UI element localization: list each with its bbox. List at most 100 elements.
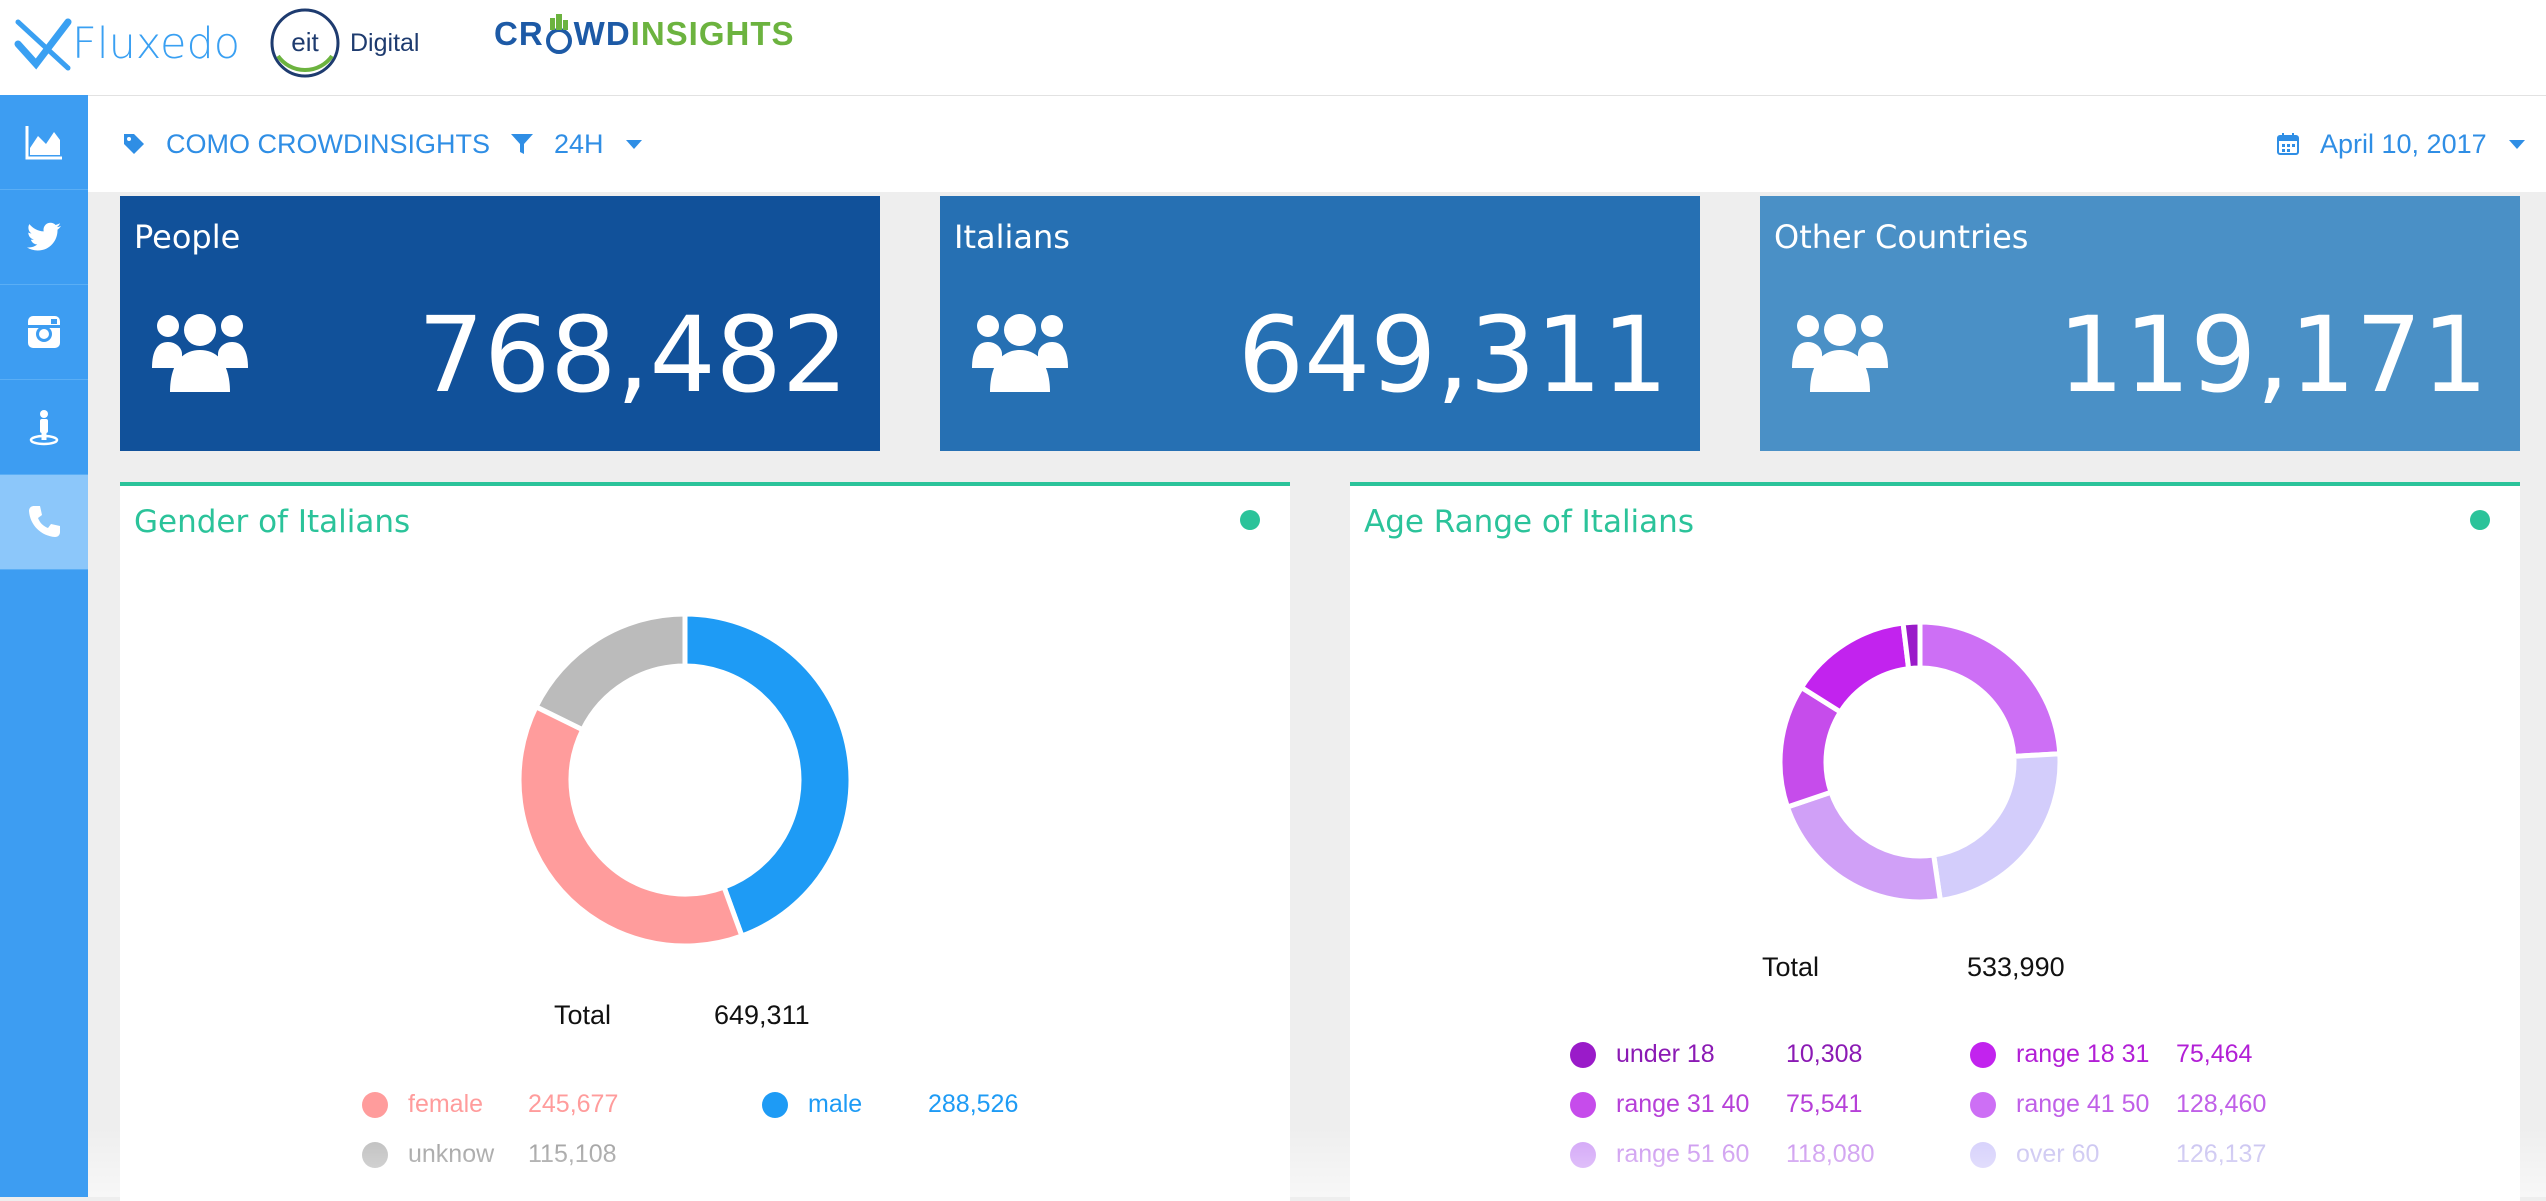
other-countries-card: Other Countries 119,171 [1760,196,2520,451]
eit-wordmark: Digital [350,28,420,57]
city-o-icon [545,14,572,54]
legend-value: 118,080 [1786,1140,1875,1168]
dataset-tag[interactable]: COMO CROWDINSIGHTS [122,96,490,192]
donut-slice-unknow[interactable] [532,611,688,734]
phone-icon [29,506,60,537]
eit-circle-icon: eit [270,8,340,78]
age-panel: Age Range of Italians Total 533,990 unde… [1350,482,2520,1201]
legend-label: range 51 60 [1616,1140,1750,1168]
sidebar [0,95,88,1197]
twitter-icon [26,222,61,251]
card-value: 649,311 [1237,294,1668,416]
legend-swatch [1970,1141,1996,1168]
users-icon [1792,314,1888,392]
date-picker[interactable]: April 10, 2017 [2276,96,2525,192]
person-pin-icon [29,410,59,446]
italians-card: Italians 649,311 [940,196,1700,451]
donut-slice-over-60[interactable] [1930,751,2063,904]
legend-value: 75,541 [1786,1090,1863,1118]
legend-item-range-18-31[interactable]: range 18 31 75,464 [1970,1040,2252,1069]
status-dot[interactable] [1240,510,1260,530]
eit-mark-text: eit [291,27,319,57]
gender-panel: Gender of Italians Total 649,311 female … [120,482,1290,1201]
legend-value: 126,137 [2176,1140,2267,1168]
legend-item-unknow[interactable]: unknow 115,108 [362,1140,617,1169]
crowd-logo-part-2: WD [573,15,631,52]
legend-label: male [808,1090,863,1118]
area-chart-icon [25,126,62,160]
donut-slice-range-18-31[interactable] [1798,620,1912,716]
legend-label: female [408,1090,484,1118]
legend-value: 75,464 [2176,1040,2253,1068]
calendar-icon [2277,133,2299,155]
panel-title: Gender of Italians [134,504,411,540]
legend-value: 288,526 [928,1090,1019,1118]
legend-item-over-60[interactable]: over 60 126,137 [1970,1140,2266,1169]
fluxedo-wordmark: Fluxedo [72,19,241,69]
donut-slice-range-51-60[interactable] [1784,789,1944,905]
chevron-down-icon [625,139,642,149]
legend-swatch [1570,1041,1596,1068]
sidebar-item-telecom[interactable] [0,475,88,570]
header-bar: Fluxedo eit Digital CR WD INSIGHTS [0,0,2546,96]
legend-item-female[interactable]: female 245,677 [362,1090,618,1119]
chevron-down-icon [2508,139,2525,149]
eit-digital-logo[interactable]: eit Digital [268,6,419,80]
legend-item-range-41-50[interactable]: range 41 50 128,460 [1970,1090,2266,1119]
legend-swatch [762,1091,788,1118]
sidebar-item-twitter[interactable] [0,190,88,285]
crowd-logo-part-3: INSIGHTS [630,15,795,52]
filter-toolbar: COMO CROWDINSIGHTS 24H April 10, 2017 [88,96,2546,192]
card-title: People [134,218,241,256]
donut-slice-male[interactable] [682,611,854,940]
legend-swatch [1570,1141,1596,1168]
users-icon [152,314,248,392]
legend-swatch [362,1091,388,1118]
legend-label: range 31 40 [1616,1090,1750,1118]
legend-swatch [1570,1091,1596,1118]
date-label: April 10, 2017 [2320,128,2487,159]
fluxedo-mark-icon [14,18,72,71]
legend-item-range-51-60[interactable]: range 51 60 118,080 [1570,1140,1875,1169]
card-value: 768,482 [417,294,848,416]
legend-value: 115,108 [528,1140,617,1168]
people-card: People 768,482 [120,196,880,451]
legend-swatch [362,1141,388,1168]
total-label: Total [554,1000,612,1030]
crowd-logo-part-1: CR [494,15,544,52]
legend-swatch [1970,1091,1996,1118]
legend-label: range 18 31 [2016,1040,2150,1068]
card-title: Other Countries [1774,218,2029,256]
users-icon [972,314,1068,392]
time-filter-label: 24H [554,128,604,159]
legend-swatch [1970,1041,1996,1068]
total-value: 649,311 [714,1000,810,1030]
sidebar-item-instagram[interactable] [0,285,88,380]
legend-value: 128,460 [2176,1090,2267,1118]
dataset-tag-label: COMO CROWDINSIGHTS [166,128,490,159]
legend-label: over 60 [2016,1140,2100,1168]
sidebar-item-people[interactable] [0,380,88,475]
time-filter-dropdown[interactable]: 24H [510,96,642,192]
donut-slice-range-41-50[interactable] [1917,619,2063,760]
donut-slice-female[interactable] [516,703,746,949]
age-donut-chart [1777,619,2063,905]
card-title: Italians [954,218,1070,256]
legend-item-male[interactable]: male 288,526 [762,1090,1018,1119]
panel-title: Age Range of Italians [1364,504,1694,540]
card-value: 119,171 [2057,294,2488,416]
total-value: 533,990 [1967,952,2065,982]
donut-slice-under-18[interactable] [1900,619,1923,672]
legend-item-range-31-40[interactable]: range 31 40 75,541 [1570,1090,1862,1119]
legend-label: range 41 50 [2016,1090,2150,1118]
fluxedo-logo[interactable]: Fluxedo [14,14,240,74]
crowdinsights-logo[interactable]: CR WD INSIGHTS [494,12,795,56]
legend-label: under 18 [1616,1040,1715,1068]
gender-donut-chart [516,611,854,949]
tag-icon [124,134,144,154]
legend-item-under-18[interactable]: under 18 10,308 [1570,1040,1862,1069]
filter-icon [511,134,533,154]
sidebar-item-overview[interactable] [0,95,88,190]
legend-value: 10,308 [1786,1040,1863,1068]
status-dot[interactable] [2470,510,2490,530]
